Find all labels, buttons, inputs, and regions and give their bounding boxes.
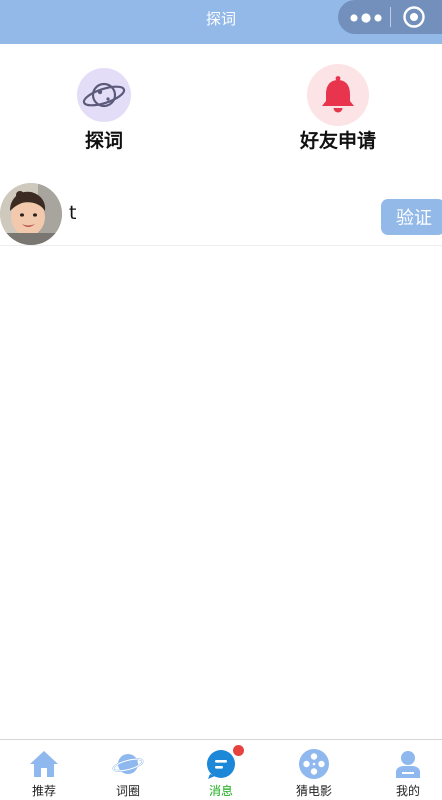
user-icon (392, 748, 424, 780)
request-username: t (69, 202, 77, 224)
tab-label: 推荐 (31, 784, 56, 798)
planet-icon (112, 748, 144, 780)
bottom-tab-bar: 推荐 词圈 消息 猜电影 我的 (0, 739, 442, 800)
tab-messages[interactable]: 消息 (177, 740, 265, 800)
home-icon (28, 748, 60, 780)
mini-program-capsule (338, 0, 442, 34)
entry-label: 探词 (84, 130, 123, 152)
message-icon (205, 748, 237, 780)
tab-label: 词圈 (115, 784, 140, 798)
tab-recommend[interactable]: 推荐 (0, 740, 88, 800)
friend-request-item: t 验证 (0, 180, 442, 246)
avatar[interactable] (0, 183, 62, 245)
tab-label: 我的 (395, 784, 420, 798)
unread-badge (233, 745, 244, 756)
more-dots-icon[interactable] (350, 10, 382, 24)
verify-button[interactable]: 验证 (381, 199, 442, 235)
tab-word-circle[interactable]: 词圈 (84, 740, 172, 800)
tab-label: 猜电影 (295, 784, 332, 798)
tab-label: 消息 (208, 784, 233, 798)
capsule-divider (390, 7, 391, 27)
tab-profile[interactable]: 我的 (364, 740, 442, 800)
bell-icon (307, 64, 369, 126)
entry-label: 好友申请 (299, 130, 376, 152)
film-reel-icon (298, 748, 330, 780)
tab-guess-movie[interactable]: 猜电影 (270, 740, 358, 800)
target-circle-icon[interactable] (402, 5, 426, 29)
navigation-bar: 探词 (0, 0, 442, 44)
friend-requests-entry[interactable]: 好友申请 (268, 62, 408, 158)
explore-words-entry[interactable]: 探词 (34, 62, 174, 158)
planet-icon (77, 68, 131, 122)
